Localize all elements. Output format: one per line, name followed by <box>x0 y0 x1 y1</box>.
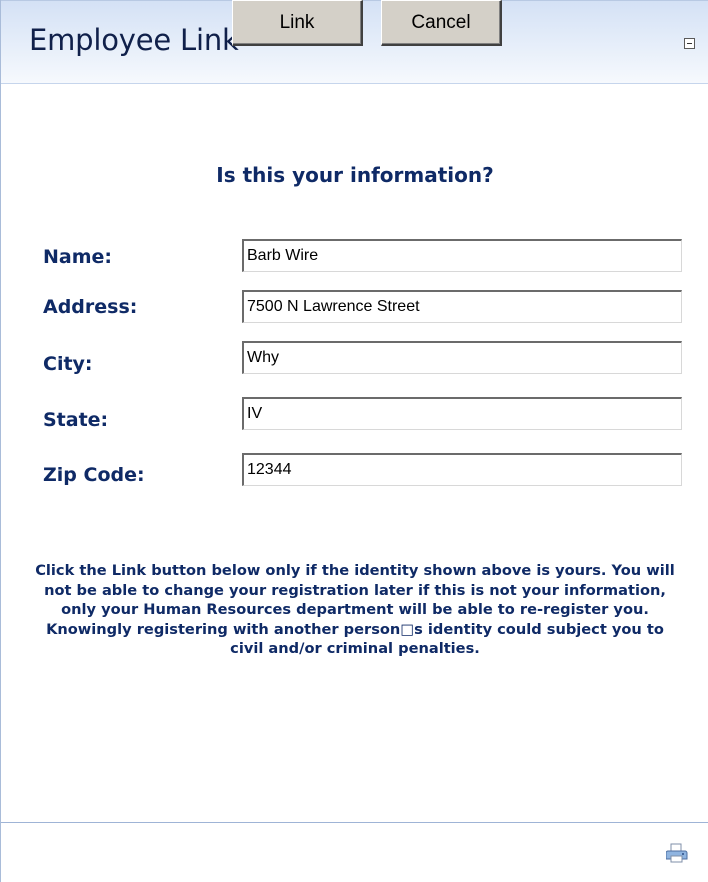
legal-notice: Click the Link button below only if the … <box>35 562 675 657</box>
zip-code-label: Zip Code: <box>43 464 145 486</box>
confirmation-question: Is this your information? <box>216 163 494 187</box>
address-label: Address: <box>43 296 138 318</box>
state-field[interactable] <box>242 397 682 430</box>
link-button[interactable]: Link <box>232 0 363 46</box>
print-icon[interactable] <box>666 843 688 863</box>
name-field[interactable] <box>242 239 682 272</box>
collapse-icon[interactable] <box>684 38 695 49</box>
address-field[interactable] <box>242 290 682 323</box>
panel-title: Employee Link <box>29 23 239 57</box>
cancel-button[interactable]: Cancel <box>381 0 502 46</box>
city-label: City: <box>43 353 93 375</box>
footer-divider <box>1 822 708 823</box>
state-label: State: <box>43 409 109 431</box>
city-field[interactable] <box>242 341 682 374</box>
zip-code-field[interactable] <box>242 453 682 486</box>
employee-link-panel: Employee Link Is this your information? … <box>0 0 708 882</box>
name-label: Name: <box>43 246 113 268</box>
